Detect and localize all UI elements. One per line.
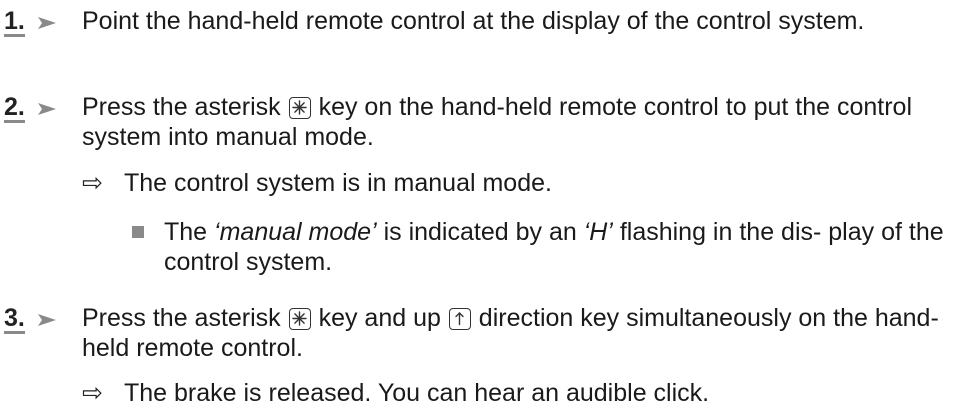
step-text: Press the asterisk key and up direction … <box>82 304 939 362</box>
asterisk-key-icon <box>288 308 311 330</box>
bullet-square-icon <box>132 226 144 238</box>
result-text: The control system is in manual mode. <box>124 169 552 197</box>
up-arrow-key-icon <box>448 308 471 330</box>
step-number: 1. <box>4 7 25 37</box>
step-number: 2. <box>4 93 25 123</box>
note-text: The ‘manual mode’ is indicated by an ‘H’… <box>164 218 944 276</box>
step-arrow-icon <box>36 313 58 327</box>
result-arrow-icon: ⇨ <box>82 379 103 407</box>
result-arrow-icon: ⇨ <box>82 169 103 197</box>
step-arrow-icon <box>36 16 58 30</box>
step-text: Point the hand-held remote control at th… <box>82 7 865 35</box>
asterisk-key-icon <box>288 97 311 119</box>
step-number: 3. <box>4 304 25 334</box>
result-text: The brake is released. You can hear an a… <box>124 379 710 407</box>
step-arrow-icon <box>36 102 58 116</box>
step-text: Press the asterisk key on the hand-held … <box>82 93 913 151</box>
